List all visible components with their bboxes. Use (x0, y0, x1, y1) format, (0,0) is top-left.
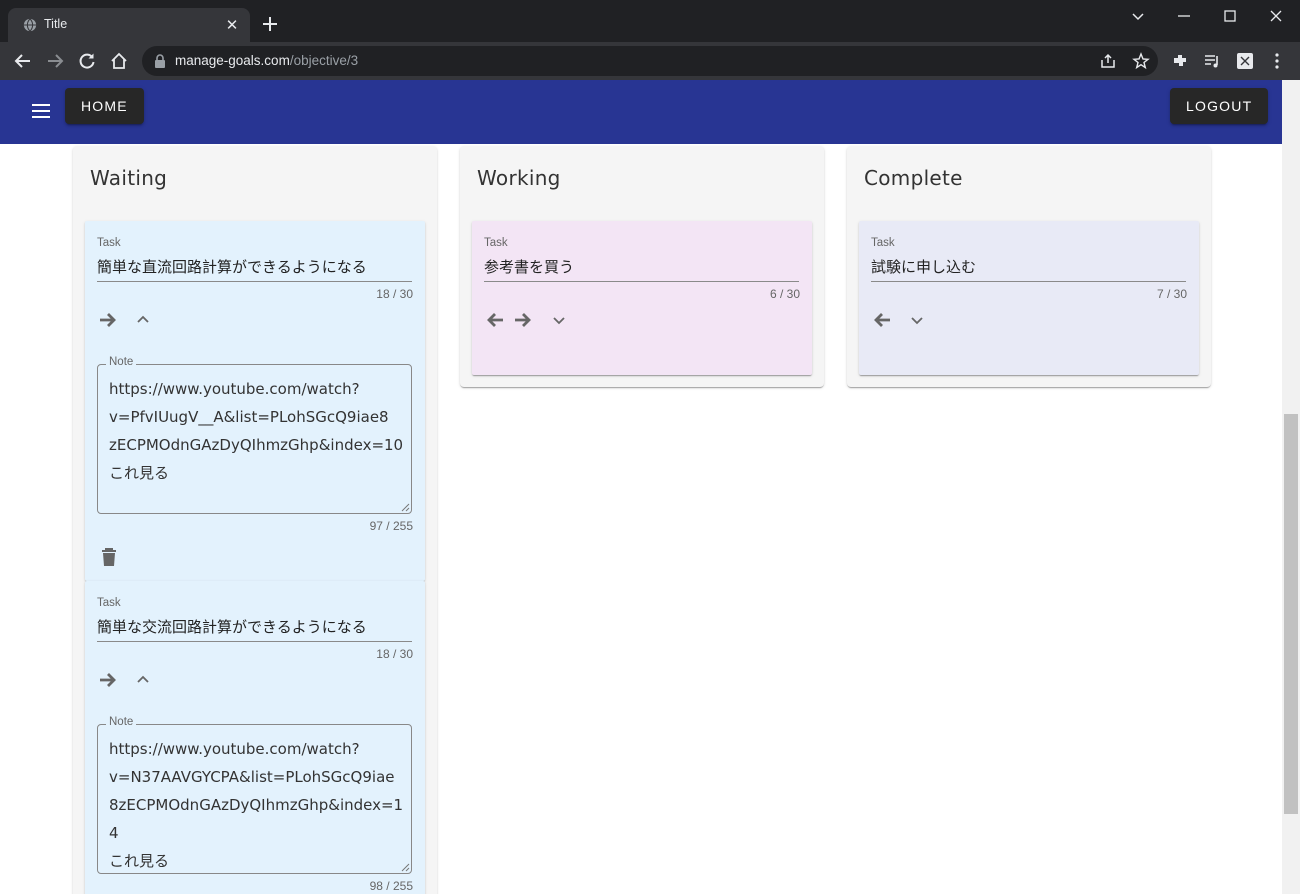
task-field-label: Task (97, 597, 121, 609)
column-working: Working Task 参考書を買う 6 / 30 (460, 146, 824, 387)
task-field-label: Task (97, 237, 121, 249)
maximize-icon[interactable] (1220, 6, 1240, 26)
note-char-counter: 98 / 255 (369, 879, 413, 893)
task-input-underline (484, 281, 799, 282)
note-line: 4 (109, 824, 119, 842)
hamburger-menu-icon[interactable] (30, 100, 52, 122)
column-title: Complete (864, 166, 963, 190)
extensions-icon[interactable] (1171, 52, 1189, 70)
note-field-label: Note (106, 356, 137, 368)
note-char-counter: 97 / 255 (369, 519, 413, 533)
browser-tab[interactable]: Title ✕ (8, 8, 250, 42)
trash-icon[interactable] (98, 546, 120, 568)
chevron-down-icon[interactable] (548, 309, 570, 331)
task-field-label: Task (871, 237, 895, 249)
task-input[interactable]: 簡単な交流回路計算ができるようになる (97, 616, 367, 637)
home-button[interactable]: HOME (65, 88, 144, 124)
task-input[interactable]: 簡単な直流回路計算ができるようになる (97, 256, 367, 277)
browser-toolbar: manage-goals.com/objective/3 (0, 42, 1300, 80)
app-bar: HOME LOGOUT (0, 80, 1282, 144)
note-line: これ見る (109, 852, 170, 870)
note-text: https://www.youtube.com/watch? v=N37AAVG… (109, 735, 404, 875)
minimize-icon[interactable] (1174, 6, 1194, 26)
task-input-underline (97, 281, 412, 282)
note-textarea[interactable]: Note https://www.youtube.com/watch? v=N3… (97, 716, 412, 875)
column-title: Working (477, 166, 561, 190)
note-text: https://www.youtube.com/watch? v=PfvIUug… (109, 375, 404, 487)
page-viewport: HOME LOGOUT Waiting Task 簡単な直流回路計算ができるよう… (0, 80, 1300, 894)
new-tab-icon[interactable] (260, 14, 280, 34)
page-scrollbar[interactable] (1282, 80, 1300, 894)
task-card: Task 簡単な交流回路計算ができるようになる 18 / 30 Note htt… (85, 581, 425, 894)
logout-button[interactable]: LOGOUT (1170, 88, 1269, 124)
scrollbar-thumb[interactable] (1284, 414, 1298, 814)
note-field-label: Note (106, 716, 137, 728)
resize-handle-icon[interactable] (401, 503, 410, 512)
tab-search-icon[interactable] (1128, 6, 1148, 26)
task-char-counter: 18 / 30 (376, 287, 413, 301)
task-card: Task 試験に申し込む 7 / 30 (859, 221, 1199, 375)
back-icon[interactable] (13, 51, 33, 71)
arrow-left-icon[interactable] (484, 309, 506, 331)
column-waiting: Waiting Task 簡単な直流回路計算ができるようになる 18 / 30 … (73, 146, 437, 894)
task-card: Task 参考書を買う 6 / 30 (472, 221, 812, 375)
close-window-icon[interactable] (1266, 6, 1286, 26)
lock-icon[interactable] (154, 54, 166, 68)
arrow-right-icon[interactable] (97, 309, 119, 331)
url-path: /objective/3 (289, 53, 359, 68)
arrow-right-icon[interactable] (97, 669, 119, 691)
close-tab-icon[interactable]: ✕ (224, 17, 240, 33)
task-field-label: Task (484, 237, 508, 249)
forward-icon[interactable] (45, 51, 65, 71)
task-char-counter: 7 / 30 (1156, 287, 1187, 301)
bookmark-star-icon[interactable] (1132, 52, 1150, 70)
note-line: https://www.youtube.com/watch? (109, 740, 360, 758)
task-input[interactable]: 参考書を買う (484, 256, 574, 277)
url-text[interactable]: manage-goals.com/objective/3 (175, 53, 358, 68)
note-line: これ見る (109, 464, 170, 482)
note-textarea[interactable]: Note https://www.youtube.com/watch? v=Pf… (97, 356, 412, 514)
share-icon[interactable] (1099, 52, 1117, 70)
tab-title: Title (44, 17, 68, 31)
browser-tab-bar: Title ✕ (0, 0, 1300, 42)
reload-icon[interactable] (77, 51, 97, 71)
arrow-right-icon[interactable] (512, 309, 534, 331)
task-input[interactable]: 試験に申し込む (871, 256, 976, 277)
task-input-underline (871, 281, 1186, 282)
chevron-up-icon[interactable] (132, 669, 154, 691)
profile-avatar-icon[interactable] (1236, 52, 1254, 70)
chevron-down-icon[interactable] (906, 309, 928, 331)
column-title: Waiting (90, 166, 168, 190)
note-line: https://www.youtube.com/watch? (109, 380, 360, 398)
url-domain: manage-goals.com (175, 53, 290, 68)
task-char-counter: 6 / 30 (769, 287, 800, 301)
resize-handle-icon[interactable] (401, 863, 410, 872)
column-complete: Complete Task 試験に申し込む 7 / 30 (847, 146, 1211, 387)
arrow-left-icon[interactable] (871, 309, 893, 331)
note-line: zECPMOdnGAzDyQIhmzGhp&index=10 (109, 436, 404, 454)
note-line: v=N37AAVGYCPA&list=PLohSGcQ9iae (109, 768, 395, 786)
globe-icon (23, 18, 37, 32)
note-line: 8zECPMOdnGAzDyQIhmzGhp&index=1 (109, 796, 404, 814)
address-bar[interactable]: manage-goals.com/objective/3 (142, 46, 1158, 76)
chevron-up-icon[interactable] (132, 309, 154, 331)
home-icon[interactable] (109, 51, 129, 71)
note-line: v=PfvIUugV__A&list=PLohSGcQ9iae8 (109, 408, 389, 426)
media-control-icon[interactable] (1203, 52, 1221, 70)
task-char-counter: 18 / 30 (376, 647, 413, 661)
task-card: Task 簡単な直流回路計算ができるようになる 18 / 30 Note htt… (85, 221, 425, 581)
more-options-icon[interactable] (1268, 52, 1286, 70)
task-input-underline (97, 641, 412, 642)
